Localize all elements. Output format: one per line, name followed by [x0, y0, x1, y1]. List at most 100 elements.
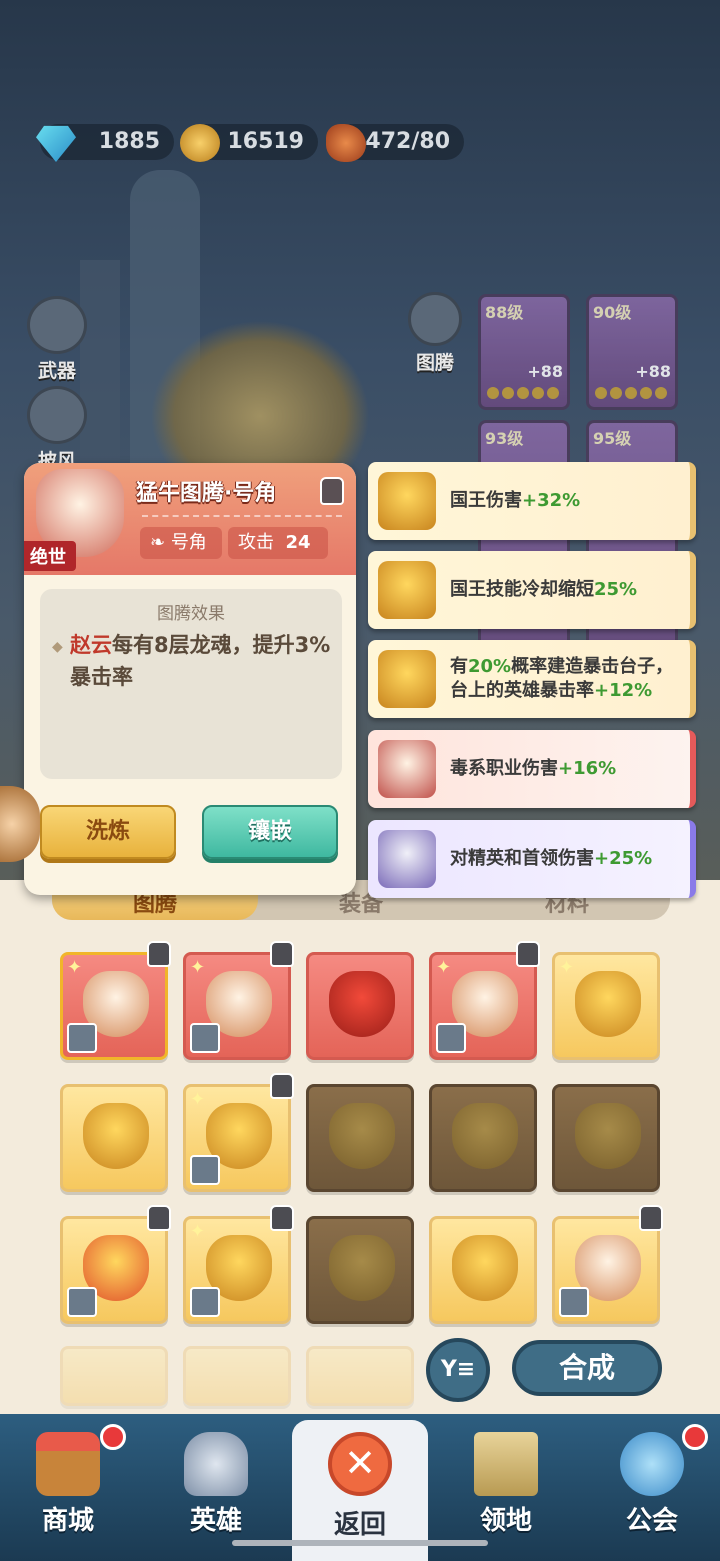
hero-avatar — [190, 1155, 220, 1185]
totem-item[interactable] — [306, 1084, 414, 1192]
attack-label: 攻击 — [238, 532, 274, 553]
totem-item[interactable]: ✦ — [552, 952, 660, 1060]
totem-item[interactable]: ✦ — [429, 941, 540, 1060]
slot-stars — [595, 387, 669, 401]
totem-slot-1[interactable]: 88级 +88 — [478, 294, 570, 410]
weapon-label: 武器 — [37, 360, 76, 382]
totem-item-selected[interactable]: ✦ — [60, 941, 171, 1060]
totem-item[interactable]: ✦ — [183, 1205, 294, 1324]
buff-item: 有20%概率建造暴击台子，台上的英雄暴击率+12% — [368, 640, 696, 718]
nav-shop[interactable]: 商城 — [8, 1424, 128, 1549]
buff-value: 25% — [594, 579, 638, 600]
nav-hero-label: 英雄 — [189, 1506, 242, 1536]
owl-totem-icon — [329, 1235, 395, 1301]
bull-totem-icon — [378, 561, 436, 619]
attack-value: 24 — [285, 532, 311, 553]
totem-item[interactable] — [429, 1216, 537, 1324]
lock-icon — [270, 941, 294, 967]
rarity-badge: 绝世 — [24, 541, 76, 571]
lock-icon — [270, 1073, 294, 1099]
lion-totem-icon — [575, 971, 641, 1037]
totem-item[interactable] — [306, 1346, 414, 1406]
home-indicator[interactable] — [232, 1540, 488, 1546]
nav-territory[interactable]: 领地 — [446, 1424, 566, 1549]
cape-button[interactable]: 披风 — [22, 386, 92, 473]
castle-icon — [474, 1432, 538, 1496]
wash-button[interactable]: 洗炼 — [40, 805, 176, 859]
gold-coin-icon — [180, 124, 220, 162]
bull-totem-icon — [378, 650, 436, 708]
star-icon: ✦ — [190, 957, 206, 978]
buff-text-pre: 有 — [450, 656, 468, 677]
lock-icon — [147, 941, 171, 967]
totem-detail-card: 猛牛图腾·号角 ❧ 号角 攻击 24 绝世 图腾效果 ◆ 赵云每有8层龙魂，提升… — [24, 463, 356, 895]
slot-bonus: +88 — [635, 362, 671, 381]
totem-item[interactable] — [60, 1084, 168, 1192]
horn-icon: ❧ — [150, 532, 171, 553]
attack-pill: 攻击 24 — [228, 527, 328, 559]
notification-dot — [100, 1424, 126, 1450]
type-pill: ❧ 号角 — [140, 527, 222, 559]
planet-icon — [620, 1432, 684, 1496]
star-icon: ✦ — [559, 957, 575, 978]
totem-slot-2[interactable]: 90级 +88 — [586, 294, 678, 410]
buff-item: 毒系职业伤害+16% — [368, 730, 696, 808]
totem-icon — [408, 292, 462, 346]
nav-shop-label: 商城 — [41, 1506, 94, 1536]
weapon-button[interactable]: 武器 — [22, 296, 92, 383]
nav-territory-label: 领地 — [479, 1506, 532, 1536]
totem-item[interactable]: ✦ — [183, 1073, 294, 1192]
hero-avatar — [67, 1023, 97, 1053]
lock-icon — [270, 1205, 294, 1231]
totem-item[interactable] — [429, 1084, 537, 1192]
buff-value: +12% — [594, 680, 653, 701]
filter-button[interactable]: Y≡ — [426, 1338, 490, 1402]
buff-item: 对精英和首领伤害+25% — [368, 820, 696, 898]
inlay-button[interactable]: 镶嵌 — [202, 805, 338, 859]
meat-icon — [326, 124, 366, 162]
hero-avatar — [436, 1023, 466, 1053]
bull-totem-icon — [329, 1103, 395, 1169]
effect-box: 图腾效果 ◆ 赵云每有8层龙魂，提升3%暴击率 — [40, 589, 342, 779]
title-divider — [142, 515, 342, 517]
effect-text: 赵云每有8层龙魂，提升3%暴击率 — [70, 629, 332, 693]
totem-item[interactable] — [60, 1346, 168, 1406]
totem-item[interactable] — [552, 1205, 663, 1324]
hero-avatar — [67, 1287, 97, 1317]
nav-back-label: 返回 — [333, 1510, 386, 1540]
star-icon: ✦ — [190, 1089, 206, 1110]
lock-icon[interactable] — [320, 477, 344, 505]
totem-button[interactable]: 图腾 — [400, 292, 470, 375]
star-icon: ✦ — [190, 1221, 206, 1242]
purple-totem-icon — [378, 830, 436, 888]
slot-level: 93级 — [485, 429, 524, 448]
bull-totem-icon — [575, 1103, 641, 1169]
nav-guild[interactable]: 公会 — [592, 1424, 712, 1549]
totem-item[interactable] — [306, 1216, 414, 1324]
compose-button[interactable]: 合成 — [512, 1340, 662, 1396]
totem-item[interactable]: ✦ — [183, 941, 294, 1060]
buff-value-pre: 20% — [468, 656, 512, 677]
buff-text: 国王伤害 — [450, 490, 522, 511]
card-title: 猛牛图腾·号角 — [136, 481, 277, 506]
bull-totem-icon — [452, 1103, 518, 1169]
notification-dot — [682, 1424, 708, 1450]
totem-label: 图腾 — [415, 352, 454, 374]
totem-item[interactable] — [306, 952, 414, 1060]
totem-item[interactable] — [183, 1346, 291, 1406]
hero-avatar — [559, 1287, 589, 1317]
hero-avatar — [190, 1023, 220, 1053]
nav-hero[interactable]: 英雄 — [156, 1424, 276, 1549]
weapon-icon — [27, 296, 87, 354]
effect-hero: 赵云 — [70, 633, 112, 657]
type-label: 号角 — [170, 532, 207, 553]
buff-value: +16% — [558, 758, 617, 779]
totem-item[interactable] — [552, 1084, 660, 1192]
cape-icon — [27, 386, 87, 444]
hero-avatar — [190, 1287, 220, 1317]
slot-level: 88级 — [485, 303, 524, 322]
buff-text: 毒系职业伤害 — [450, 758, 558, 779]
bullet-icon: ◆ — [52, 639, 63, 655]
totem-item[interactable] — [60, 1205, 171, 1324]
star-icon: ✦ — [67, 957, 83, 978]
